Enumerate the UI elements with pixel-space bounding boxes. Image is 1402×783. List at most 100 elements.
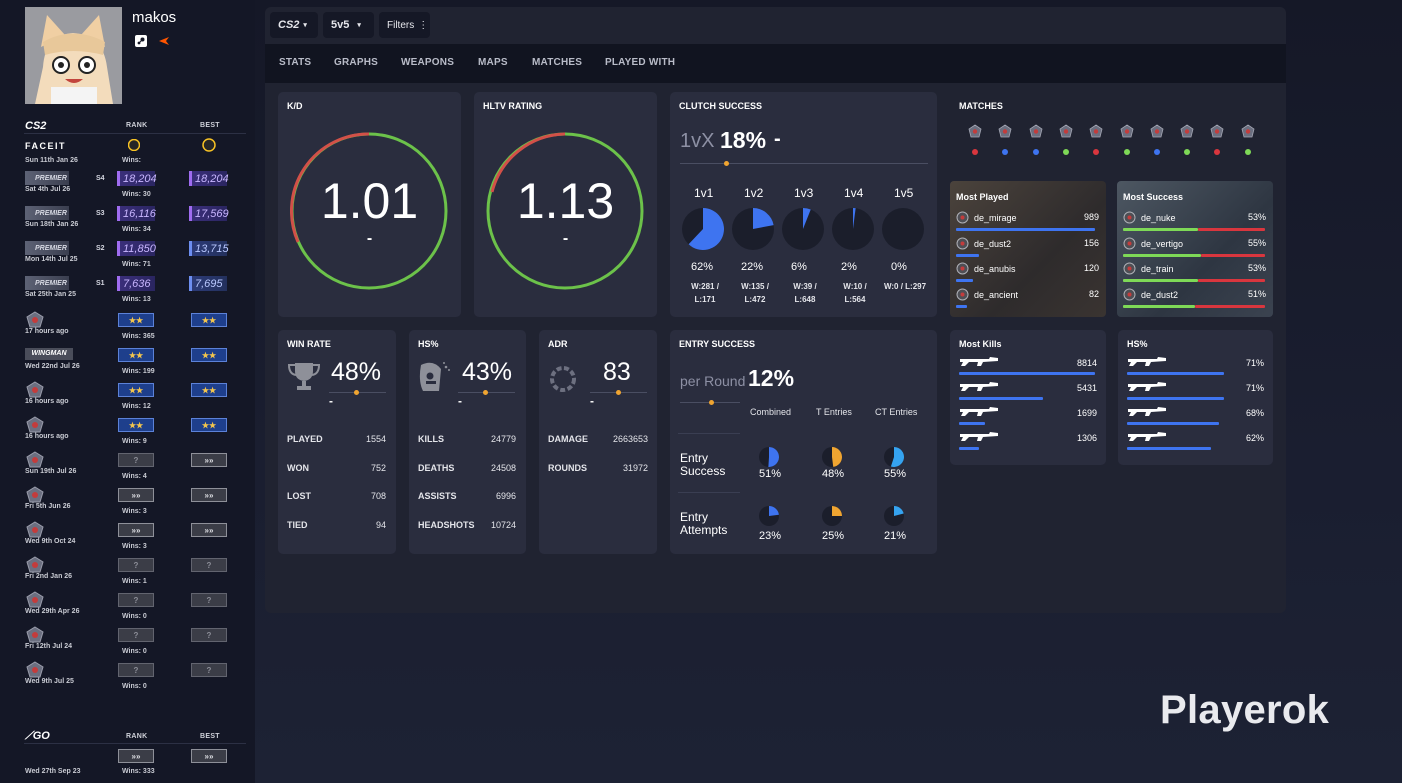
headshot-icon bbox=[419, 362, 450, 391]
divider bbox=[24, 743, 246, 744]
tab-graphs[interactable]: GRAPHS bbox=[334, 57, 378, 68]
premier-badge: PREMIER bbox=[25, 206, 69, 220]
map-bar-rest bbox=[1195, 304, 1265, 308]
indicator-dot bbox=[483, 390, 488, 395]
premier-badge: PREMIER bbox=[25, 171, 69, 185]
tab-maps[interactable]: MAPS bbox=[478, 57, 508, 68]
clutch-pct: 6% bbox=[791, 261, 807, 273]
row-date: 16 hours ago bbox=[25, 398, 69, 405]
hs-title: HS% bbox=[418, 339, 439, 349]
match-result-dot[interactable] bbox=[1244, 149, 1251, 155]
clutch-prefix: 1vX bbox=[680, 130, 715, 152]
match-result-dot[interactable] bbox=[1062, 149, 1069, 155]
stat-label: KILLS bbox=[418, 434, 444, 444]
tab-stats[interactable]: STATS bbox=[279, 57, 311, 68]
row-date: Wed 29th Apr 26 bbox=[25, 608, 80, 615]
map-bar bbox=[956, 304, 968, 308]
avatar[interactable] bbox=[25, 7, 122, 104]
match-result-dot[interactable] bbox=[1123, 149, 1130, 155]
faceit-label: FACEIT bbox=[25, 141, 67, 151]
map-bar bbox=[956, 253, 979, 257]
weapon-icon bbox=[959, 379, 999, 397]
stat-label: HEADSHOTS bbox=[418, 520, 475, 531]
faceit-level-icon bbox=[128, 139, 140, 151]
most-played-title: Most Played bbox=[956, 192, 1009, 202]
map-name: de_dust2 bbox=[1141, 289, 1179, 300]
kd-card: K/D 1.01 - bbox=[278, 92, 461, 317]
tab-matches[interactable]: MATCHES bbox=[532, 57, 582, 68]
row-wins: Wins: 0 bbox=[122, 613, 147, 620]
entry-attempts-pie bbox=[759, 506, 779, 531]
mode-select[interactable]: 5v5 ▾ bbox=[323, 12, 374, 38]
map-value: 82 bbox=[1088, 288, 1099, 299]
clutch-pie bbox=[732, 208, 774, 255]
col-combined: Combined bbox=[750, 407, 792, 417]
season-label: S2 bbox=[96, 245, 105, 252]
weapon-value: 1306 bbox=[1076, 433, 1097, 443]
map-icon bbox=[1123, 211, 1136, 224]
premier-best: 17,569 bbox=[189, 206, 229, 221]
stat-label: TIED bbox=[287, 520, 308, 531]
premier-best: 7,695 bbox=[189, 276, 227, 291]
csgo-date: Wed 27th Sep 23 bbox=[25, 768, 81, 775]
weapon-icon bbox=[1127, 354, 1167, 372]
game-select[interactable]: CS2 ▾ bbox=[270, 12, 318, 38]
clutch-wl: L:648 bbox=[794, 295, 816, 304]
premier-rank: 11,850 bbox=[117, 241, 156, 256]
kd-value: 1.01 bbox=[320, 173, 419, 229]
csgo-wins: Wins: 333 bbox=[122, 768, 155, 775]
map-icon bbox=[25, 521, 45, 538]
cs2-logo: CS2 bbox=[25, 120, 47, 132]
matches-title: MATCHES bbox=[959, 101, 1003, 111]
clutch-value: 18% bbox=[720, 127, 767, 153]
entry-pie-chart bbox=[884, 506, 904, 526]
csgo-best-badge: »» bbox=[191, 749, 227, 763]
match-result-dot[interactable] bbox=[1153, 149, 1160, 155]
clutch-pct: 62% bbox=[691, 261, 714, 273]
steam-icon[interactable] bbox=[135, 35, 147, 47]
match-result-dot[interactable] bbox=[1032, 149, 1039, 155]
faceit-icon[interactable] bbox=[158, 35, 170, 47]
entry-card: ENTRY SUCCESS per Round 12% Combined T E… bbox=[670, 330, 937, 554]
chevron-down-icon: ▾ bbox=[357, 22, 361, 29]
map-icon bbox=[1210, 124, 1224, 143]
map-bar bbox=[1123, 228, 1199, 231]
clutch-wl: L:472 bbox=[744, 295, 766, 304]
indicator-dot bbox=[354, 390, 359, 395]
winrate-title: WIN RATE bbox=[287, 339, 331, 349]
match-result-dot[interactable] bbox=[1002, 149, 1009, 155]
stat-label: ROUNDS bbox=[548, 462, 588, 473]
match-result-dot[interactable] bbox=[1093, 149, 1100, 155]
hs-weapons-title: HS% bbox=[1127, 339, 1148, 349]
tab-played-with[interactable]: PLAYED WITH bbox=[605, 57, 675, 68]
season-label: S1 bbox=[96, 280, 105, 287]
best-badge: ? bbox=[191, 628, 227, 642]
match-result-dot[interactable] bbox=[1214, 149, 1221, 155]
player-name: makos bbox=[132, 9, 177, 26]
map-icon bbox=[25, 416, 45, 433]
weapon-bar bbox=[959, 447, 980, 450]
match-result-dot[interactable] bbox=[1184, 149, 1191, 155]
stat-value: 1554 bbox=[365, 434, 386, 444]
row-date: Wed 22nd Jul 26 bbox=[25, 363, 80, 370]
clutch-wl: W:281 / bbox=[691, 282, 719, 291]
entry-pie-chart bbox=[759, 447, 779, 467]
faceit-level-best-icon bbox=[202, 138, 216, 152]
col-t-entries: T Entries bbox=[816, 407, 852, 417]
map-name: de_train bbox=[1141, 264, 1174, 274]
entry-pie-chart bbox=[759, 506, 779, 526]
entry-attempts-pct: 23% bbox=[759, 530, 782, 542]
weapon-bar bbox=[1127, 372, 1224, 375]
map-icon bbox=[25, 556, 45, 573]
row-wins: Wins: 1 bbox=[122, 578, 147, 585]
stat-label: LOST bbox=[287, 491, 311, 502]
match-result-dot[interactable] bbox=[972, 149, 978, 155]
clutch-label: 1v5 bbox=[894, 186, 914, 200]
hs-card: HS% 43% - KILLS 24779 DEATHS 24508 ASSISTS 69… bbox=[409, 330, 526, 554]
rank-badge: ? bbox=[118, 558, 154, 572]
filters-button[interactable]: Filters ⋮ bbox=[379, 12, 430, 38]
rank-badge: ★★ bbox=[118, 383, 154, 397]
tab-weapons[interactable]: WEAPONS bbox=[401, 57, 454, 68]
clutch-pie-chart bbox=[732, 208, 774, 250]
weapon-icon bbox=[959, 404, 999, 422]
